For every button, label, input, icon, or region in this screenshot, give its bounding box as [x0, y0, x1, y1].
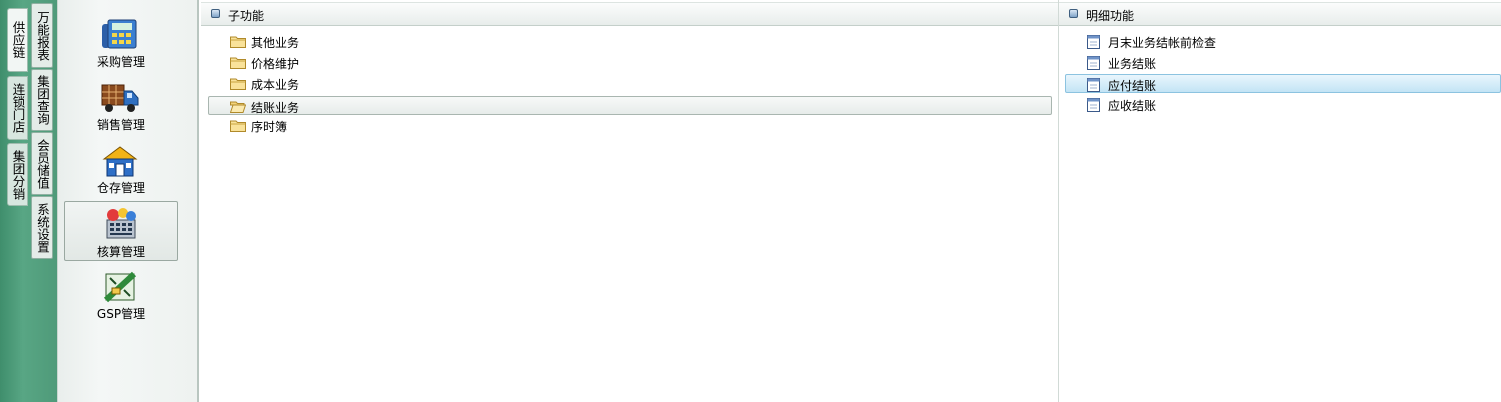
list-item-label: 其他业务 [251, 36, 300, 50]
pane-header-icon [211, 9, 220, 18]
detail-function-header: 明细功能 [1059, 2, 1501, 26]
list-item-price-maintenance[interactable]: 价格维护 [209, 53, 1052, 72]
tab-system-settings[interactable]: 系统设置 [31, 196, 53, 259]
tab-label: 万能报表 [35, 10, 50, 61]
pane-title: 明细功能 [1086, 9, 1135, 23]
sales-truck-icon [101, 84, 139, 112]
tab-label: 集团分销 [10, 149, 26, 200]
list-item-journal[interactable]: 序时簿 [209, 116, 1052, 135]
list-item-label: 结账业务 [251, 101, 300, 115]
list-item-label: 序时簿 [251, 120, 288, 134]
tab-label: 集团查询 [35, 75, 50, 125]
warehouse-icon [102, 146, 138, 177]
folder-icon [230, 36, 246, 48]
module-label: 仓存管理 [96, 181, 145, 195]
pane-title: 子功能 [228, 9, 265, 23]
purchase-icon [102, 19, 137, 49]
sub-function-header: 子功能 [201, 2, 1058, 26]
list-item-payable-closing[interactable]: 应付结账 [1065, 74, 1501, 93]
list-item-other-business[interactable]: 其他业务 [209, 32, 1052, 51]
tab-label: 连锁门店 [10, 83, 26, 133]
folder-icon [230, 120, 246, 132]
folder-icon [230, 57, 246, 69]
tab-member-stored-value[interactable]: 会员储值 [31, 132, 53, 195]
tab-label: 系统设置 [35, 202, 50, 253]
module-sales[interactable]: 销售管理 [64, 73, 178, 133]
list-item-label: 业务结账 [1108, 57, 1157, 71]
module-warehouse[interactable]: 仓存管理 [64, 136, 178, 196]
document-icon [1087, 56, 1100, 70]
module-gsp[interactable]: GSP管理 [64, 262, 178, 322]
module-accounting[interactable]: 核算管理 [64, 201, 178, 261]
tab-label: 供应链 [10, 21, 26, 59]
tab-group-distribution[interactable]: 集团分销 [7, 143, 28, 206]
document-icon [1087, 78, 1100, 92]
list-item-month-end-check[interactable]: 月末业务结帐前检查 [1065, 32, 1501, 51]
list-item-label: 成本业务 [251, 78, 300, 92]
sub-function-pane: 子功能 其他业务 价格维护 成本业务 结账业务 序时簿 [201, 0, 1058, 402]
detail-function-pane: 明细功能 月末业务结帐前检查 业务结账 应付结账 应收结账 [1058, 0, 1501, 402]
document-icon [1087, 35, 1100, 49]
list-item-receivable-closing[interactable]: 应收结账 [1065, 95, 1501, 114]
module-label: 核算管理 [96, 245, 145, 259]
folder-icon [230, 78, 246, 90]
tab-universal-report[interactable]: 万能报表 [31, 3, 53, 68]
module-label: 采购管理 [96, 55, 145, 69]
list-item-label: 月末业务结帐前检查 [1108, 36, 1217, 50]
accounting-icon [106, 208, 136, 239]
document-icon [1087, 98, 1100, 112]
module-label: GSP管理 [96, 307, 146, 321]
list-item-cost-business[interactable]: 成本业务 [209, 74, 1052, 93]
tab-chain-stores[interactable]: 连锁门店 [7, 76, 28, 140]
list-item-label: 应付结账 [1108, 79, 1157, 93]
list-item-label: 应收结账 [1108, 99, 1157, 113]
tab-label: 会员储值 [35, 138, 50, 189]
tab-group-query[interactable]: 集团查询 [31, 69, 53, 131]
list-item-business-closing[interactable]: 业务结账 [1065, 53, 1501, 72]
pane-header-icon [1069, 9, 1078, 18]
module-label: 销售管理 [96, 118, 145, 132]
list-item-closing-business[interactable]: 结账业务 [208, 96, 1052, 115]
gsp-icon [103, 271, 137, 303]
tab-supply-chain[interactable]: 供应链 [7, 8, 28, 72]
open-folder-icon [230, 101, 246, 113]
list-item-label: 价格维护 [251, 57, 300, 71]
module-panel: 采购管理 销售管理 仓存管理 核算管理 GSP管理 [57, 0, 199, 402]
module-purchase[interactable]: 采购管理 [64, 10, 178, 70]
